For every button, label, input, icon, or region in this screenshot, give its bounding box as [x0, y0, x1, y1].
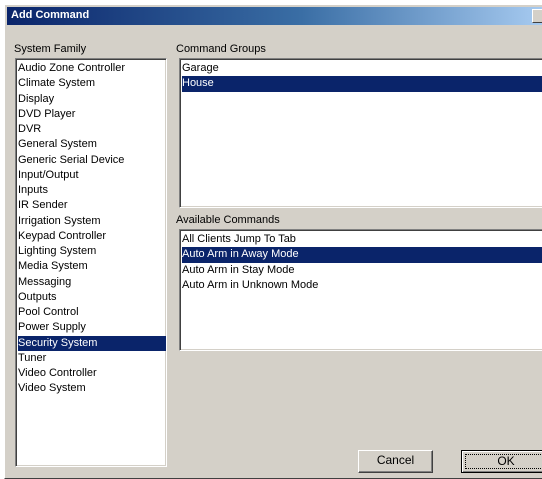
- system-family-item[interactable]: DVD Player: [18, 107, 166, 122]
- command-item[interactable]: Auto Arm in Unknown Mode: [182, 278, 542, 293]
- command-group-item[interactable]: Garage: [182, 61, 542, 76]
- system-family-item[interactable]: General System: [18, 137, 166, 152]
- system-family-item[interactable]: Power Supply: [18, 320, 166, 335]
- ok-button-label: OK: [465, 454, 542, 469]
- title-bar[interactable]: Add Command: [7, 7, 542, 25]
- system-family-item[interactable]: Generic Serial Device: [18, 153, 166, 168]
- system-family-item[interactable]: Media System: [18, 259, 166, 274]
- system-family-item[interactable]: Inputs: [18, 183, 166, 198]
- system-family-item[interactable]: Keypad Controller: [18, 229, 166, 244]
- window-title: Add Command: [11, 9, 90, 21]
- system-family-item[interactable]: Irrigation System: [18, 214, 166, 229]
- system-family-item[interactable]: Tuner: [18, 351, 166, 366]
- system-family-item[interactable]: Display: [18, 92, 166, 107]
- system-family-item[interactable]: Video System: [18, 381, 166, 396]
- system-family-list[interactable]: Audio Zone Controller Climate System Displ…: [15, 58, 167, 467]
- command-item[interactable]: All Clients Jump To Tab: [182, 232, 542, 247]
- system-family-item[interactable]: Video Controller: [18, 366, 166, 381]
- command-item[interactable]: Auto Arm in Stay Mode: [182, 263, 542, 278]
- system-family-item[interactable]: Outputs: [18, 290, 166, 305]
- title-bar-button[interactable]: [532, 9, 542, 23]
- command-groups-list[interactable]: Garage House: [179, 58, 542, 208]
- system-family-item[interactable]: IR Sender: [18, 198, 166, 213]
- available-commands-label: Available Commands: [176, 214, 280, 226]
- system-family-item[interactable]: Pool Control: [18, 305, 166, 320]
- command-groups-label: Command Groups: [176, 43, 266, 55]
- system-family-item[interactable]: DVR: [18, 122, 166, 137]
- command-group-item[interactable]: House: [182, 76, 542, 92]
- system-family-item[interactable]: Audio Zone Controller: [18, 61, 166, 76]
- add-command-dialog: Add Command System Family Command Groups…: [4, 4, 542, 479]
- system-family-item[interactable]: Security System: [18, 335, 166, 351]
- system-family-item[interactable]: Climate System: [18, 76, 166, 91]
- ok-button[interactable]: OK: [461, 450, 542, 473]
- system-family-label: System Family: [14, 43, 87, 55]
- command-item[interactable]: Auto Arm in Away Mode: [182, 247, 542, 263]
- cancel-button[interactable]: Cancel: [358, 450, 433, 473]
- system-family-item[interactable]: Lighting System: [18, 244, 166, 259]
- available-commands-list[interactable]: All Clients Jump To Tab Auto Arm in Away …: [179, 229, 542, 351]
- system-family-item[interactable]: Input/Output: [18, 168, 166, 183]
- system-family-item[interactable]: Messaging: [18, 275, 166, 290]
